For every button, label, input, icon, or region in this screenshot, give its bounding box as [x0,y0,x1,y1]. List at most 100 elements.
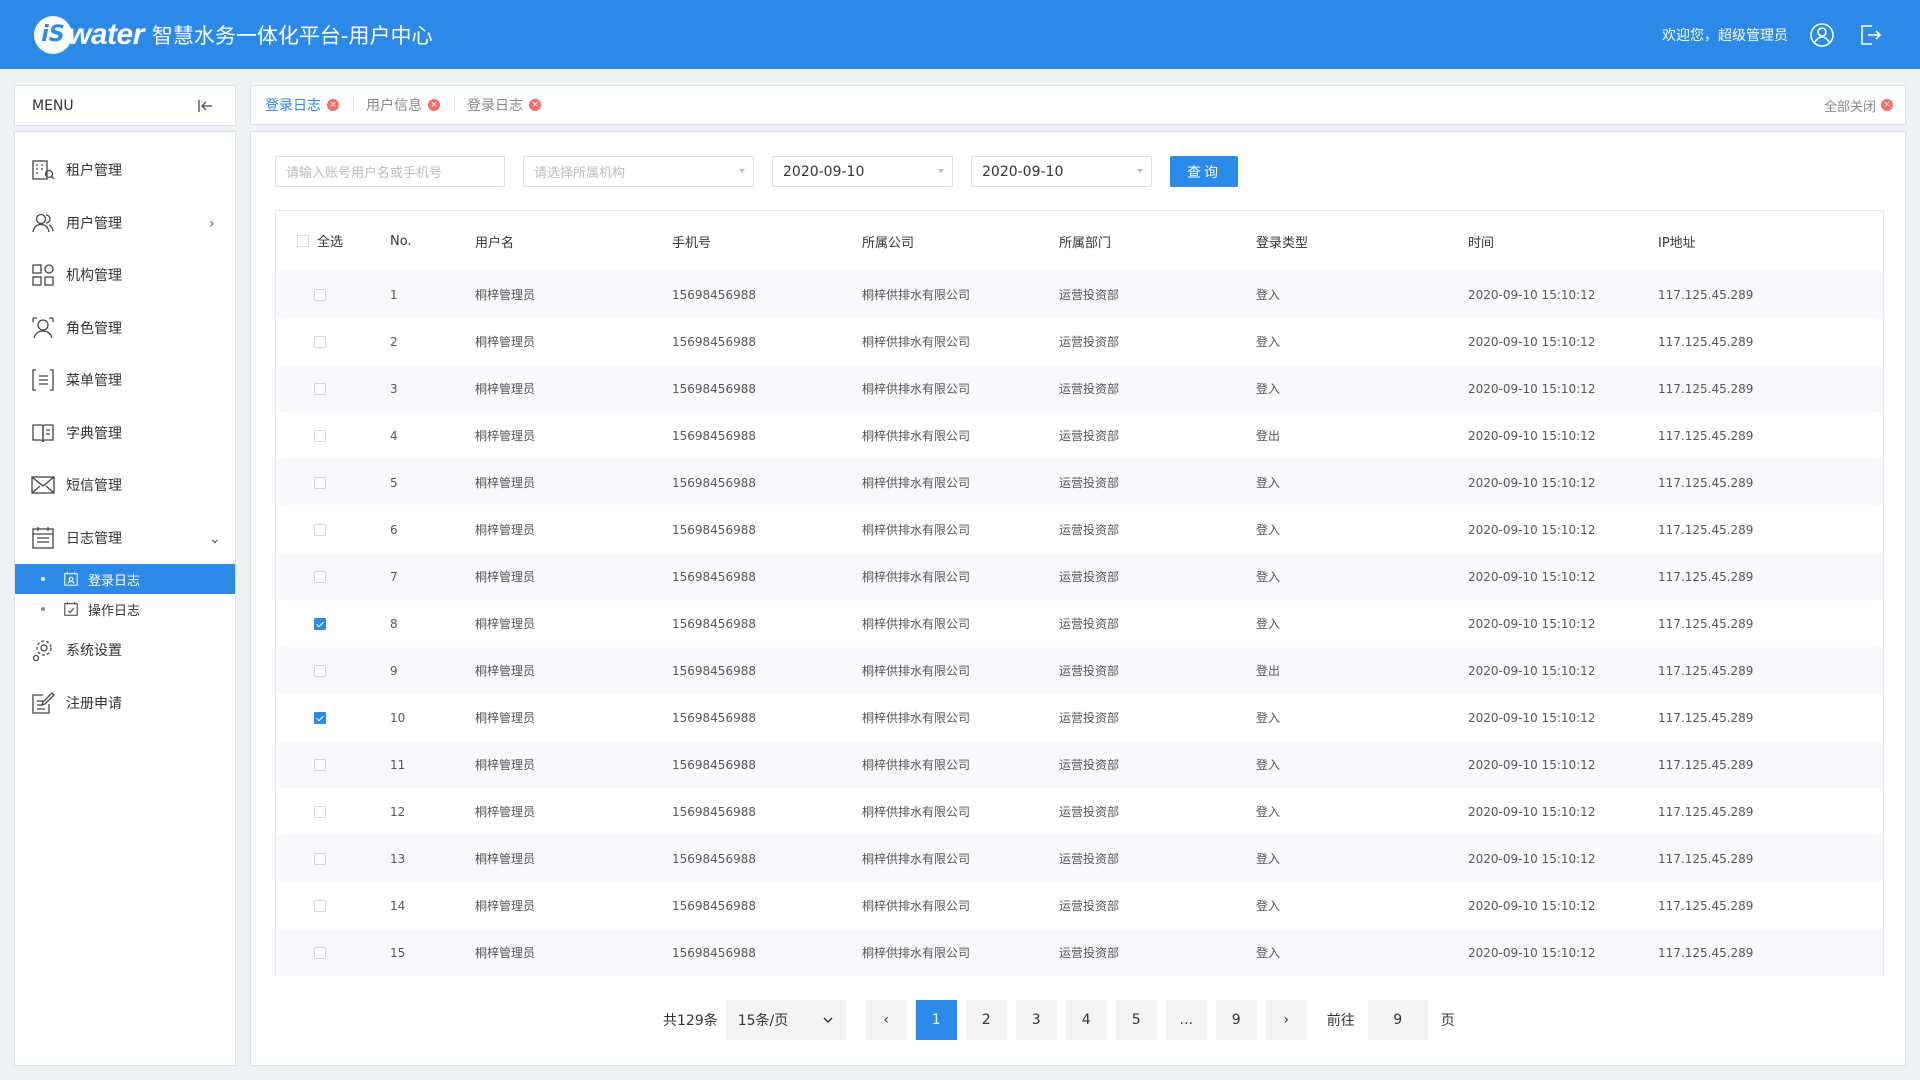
page-size-select[interactable]: 15条/页 [725,1000,846,1040]
tab-label: 登录日志 [467,98,523,114]
sidebar-item-register[interactable]: 注册申请 [15,677,235,730]
row-checkbox[interactable] [314,571,326,583]
table-row[interactable]: 15 桐梓管理员 15698456988 桐梓供排水有限公司 运营投资部 登入 2020-0… [276,929,1883,976]
row-login-type: 登入 [1256,570,1281,584]
row-department: 运营投资部 [1059,288,1120,302]
row-checkbox[interactable] [314,806,326,818]
page-button[interactable]: 4 [1065,1000,1107,1040]
table-row[interactable]: 14 桐梓管理员 15698456988 桐梓供排水有限公司 运营投资部 登入 2020-0… [276,882,1883,929]
sidebar-item-org[interactable]: 机构管理 [15,249,235,302]
row-no: 14 [390,898,406,913]
row-select-cell [276,741,390,788]
logout-icon[interactable] [1856,21,1884,49]
page-ellipsis[interactable]: ... [1165,1000,1207,1040]
table-row[interactable]: 2 桐梓管理员 15698456988 桐梓供排水有限公司 运营投资部 登入 2020-09… [276,318,1883,365]
select-all-checkbox[interactable]: 全选 [297,231,343,250]
row-username: 桐梓管理员 [475,476,536,490]
row-login-type: 登出 [1256,429,1281,443]
row-login-type: 登入 [1256,899,1281,913]
tab-login-log[interactable]: 登录日志 × [265,95,353,115]
row-checkbox[interactable] [314,900,326,912]
row-checkbox[interactable] [314,712,326,724]
end-date-picker[interactable]: 2020-09-10 [971,156,1152,187]
tab-label: 登录日志 [265,98,321,114]
sidebar-item-label: 用户管理 [66,215,122,232]
table-row[interactable]: 4 桐梓管理员 15698456988 桐梓供排水有限公司 运营投资部 登出 2020-09… [276,412,1883,459]
close-icon[interactable]: × [529,99,541,111]
org-select[interactable]: 请选择所属机构 [523,156,754,187]
page-button[interactable]: 3 [1015,1000,1057,1040]
row-company: 桐梓供排水有限公司 [862,429,971,443]
row-department: 运营投资部 [1059,570,1120,584]
account-search-input[interactable]: 请输入账号用户名或手机号 [275,156,505,187]
sms-icon [29,471,57,499]
column-header-company: 所属公司 [862,235,915,251]
page-button[interactable]: 9 [1215,1000,1257,1040]
sidebar-item-log[interactable]: 日志管理 ⌄ [15,512,235,565]
total-count: 共129条 [663,1013,718,1029]
sidebar: MENU 租户管理 用户管理 › 机构管理 角色管理 菜单管理 字典管理 短信管… [14,85,236,1066]
row-checkbox[interactable] [314,853,326,865]
page-button[interactable]: 5 [1115,1000,1157,1040]
row-checkbox[interactable] [314,336,326,348]
row-checkbox[interactable] [314,759,326,771]
table-row[interactable]: 11 桐梓管理员 15698456988 桐梓供排水有限公司 运营投资部 登入 2020-0… [276,741,1883,788]
user-circle-icon[interactable] [1808,21,1836,49]
start-date-value: 2020-09-10 [783,163,865,180]
checkbox[interactable] [297,234,309,247]
goto-page-input[interactable]: 9 [1367,1000,1428,1040]
page-button[interactable]: 2 [965,1000,1007,1040]
sidebar-subitem-login-log[interactable]: 登录日志 [15,564,235,594]
row-department: 运营投资部 [1059,899,1120,913]
row-company: 桐梓供排水有限公司 [862,946,971,960]
collapse-sidebar-icon[interactable] [195,96,215,116]
select-all-cell: 全选 [276,211,390,271]
table-row[interactable]: 13 桐梓管理员 15698456988 桐梓供排水有限公司 运营投资部 登入 2020-0… [276,835,1883,882]
sidebar-item-users[interactable]: 用户管理 › [15,197,235,250]
tab-user-info[interactable]: 用户信息 × [366,95,454,115]
close-icon[interactable]: × [428,99,440,111]
table-row[interactable]: 9 桐梓管理员 15698456988 桐梓供排水有限公司 运营投资部 登出 2020-09… [276,647,1883,694]
row-checkbox[interactable] [314,289,326,301]
page-button[interactable]: 1 [915,1000,957,1040]
table-row[interactable]: 5 桐梓管理员 15698456988 桐梓供排水有限公司 运营投资部 登入 2020-09… [276,459,1883,506]
row-username: 桐梓管理员 [475,570,536,584]
tab-login-log-2[interactable]: 登录日志 × [467,95,555,115]
sidebar-item-menu[interactable]: 菜单管理 [15,354,235,407]
row-checkbox[interactable] [314,947,326,959]
table-row[interactable]: 8 桐梓管理员 15698456988 桐梓供排水有限公司 运营投资部 登入 2020-09… [276,600,1883,647]
sidebar-item-tenant[interactable]: 租户管理 [15,144,235,197]
row-no: 15 [390,945,406,960]
row-checkbox[interactable] [314,383,326,395]
close-icon[interactable]: × [327,99,339,111]
sidebar-item-dictionary[interactable]: 字典管理 [15,407,235,460]
sidebar-item-role[interactable]: 角色管理 [15,302,235,355]
operation-log-icon [63,600,81,618]
row-select-cell [276,318,390,365]
search-button[interactable]: 查询 [1170,156,1238,187]
start-date-picker[interactable]: 2020-09-10 [772,156,953,187]
table-row[interactable]: 12 桐梓管理员 15698456988 桐梓供排水有限公司 运营投资部 登入 2020-0… [276,788,1883,835]
row-time: 2020-09-10 15:10:12 [1468,945,1596,960]
chevron-down-icon [823,1017,833,1024]
row-checkbox[interactable] [314,618,326,630]
prev-page-button[interactable]: ‹ [865,1000,907,1040]
row-checkbox[interactable] [314,524,326,536]
sidebar-item-sms[interactable]: 短信管理 [15,459,235,512]
table-row[interactable]: 6 桐梓管理员 15698456988 桐梓供排水有限公司 运营投资部 登入 2020-09… [276,506,1883,553]
row-checkbox[interactable] [314,430,326,442]
table-row[interactable]: 10 桐梓管理员 15698456988 桐梓供排水有限公司 运营投资部 登入 2020-0… [276,694,1883,741]
sidebar-item-settings[interactable]: 系统设置 [15,624,235,677]
table-row[interactable]: 1 桐梓管理员 15698456988 桐梓供排水有限公司 运营投资部 登入 2020-09… [276,271,1883,318]
table-row[interactable]: 3 桐梓管理员 15698456988 桐梓供排水有限公司 运营投资部 登入 2020-09… [276,365,1883,412]
table-row[interactable]: 7 桐梓管理员 15698456988 桐梓供排水有限公司 运营投资部 登入 2020-09… [276,553,1883,600]
log-icon [29,524,57,552]
logo-mark: iS [34,15,72,54]
row-phone: 15698456988 [672,945,756,960]
sidebar-subitem-label: 登录日志 [88,573,141,589]
sidebar-subitem-operation-log[interactable]: 操作日志 [15,594,235,624]
row-checkbox[interactable] [314,665,326,677]
next-page-button[interactable]: › [1265,1000,1307,1040]
close-all-tabs-button[interactable]: 全部关闭 × [1824,96,1893,115]
row-checkbox[interactable] [314,477,326,489]
